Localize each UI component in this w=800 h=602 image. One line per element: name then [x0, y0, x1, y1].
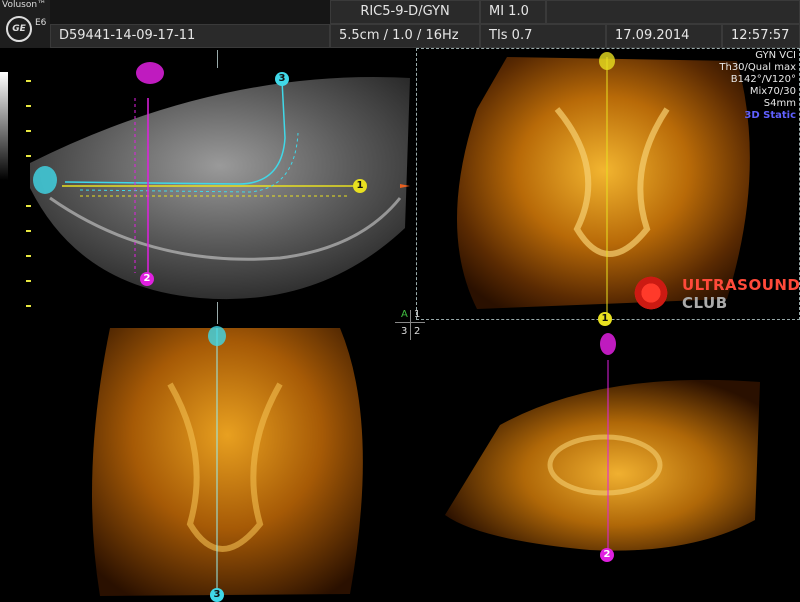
grid-label-a[interactable]: A: [401, 309, 408, 320]
patient-id: D59441-14-09-17-11: [50, 24, 330, 48]
grid-label-2[interactable]: 2: [414, 326, 420, 337]
tis-value: TIs 0.7: [480, 24, 606, 48]
grid-label-1[interactable]: 1: [414, 309, 420, 320]
render-view-2[interactable]: [440, 330, 780, 570]
plane-3-orientation-icon: [208, 326, 226, 346]
watermark: ULTRASOUND CLUB: [628, 272, 800, 316]
cursor-line-top: [217, 50, 218, 68]
marker-1[interactable]: 1: [353, 179, 367, 193]
setting-slice: S4mm: [763, 98, 796, 109]
setting-mode: GYN VCI: [755, 50, 796, 61]
marker-1-render[interactable]: 1: [598, 312, 612, 326]
marker-2-render[interactable]: 2: [600, 548, 614, 562]
setting-angles: B142°/V120°: [730, 74, 796, 85]
date-label: 17.09.2014: [606, 24, 722, 48]
grid-vline: [410, 310, 411, 340]
probe-orientation-icon: [33, 166, 57, 194]
ultrasound-club-logo-icon: [630, 276, 672, 310]
model-label: E6: [35, 18, 47, 28]
settings-panel: GYN VCI Th30/Qual max B142°/V120° Mix70/…: [719, 50, 796, 122]
logo-area: Voluson™ GE E6: [0, 0, 50, 48]
render-image-2: [445, 333, 760, 555]
header-bar: Voluson™ GE E6 D59441-14-09-17-11 RIC5-9…: [0, 0, 800, 48]
marker-2[interactable]: 2: [140, 272, 154, 286]
depth-frequency: 5.5cm / 1.0 / 16Hz: [330, 24, 480, 48]
cursor-line-mid: [217, 302, 218, 324]
uterus-render-3: [92, 328, 363, 596]
header-blank: [546, 0, 800, 24]
ge-logo-icon: GE: [6, 16, 32, 42]
watermark-line2: CLUB: [682, 294, 728, 312]
render-image-3: [92, 326, 363, 596]
grid-label-3[interactable]: 3: [401, 326, 407, 337]
brand-label: Voluson™: [2, 0, 47, 10]
uterus-render-2: [445, 379, 760, 551]
setting-mix: Mix70/30: [749, 86, 796, 97]
watermark-line1: ULTRASOUND: [682, 276, 800, 294]
plane-2-orientation-icon: [136, 62, 164, 84]
bmode-view[interactable]: [20, 48, 410, 318]
time-label: 12:57:57: [722, 24, 800, 48]
mi-value: MI 1.0: [480, 0, 546, 24]
render-view-3[interactable]: [70, 324, 400, 600]
marker-3[interactable]: 3: [275, 72, 289, 86]
probe-label: RIC5-9-D/GYN: [330, 0, 480, 24]
grayscale-bar: [0, 72, 8, 180]
setting-threshold: Th30/Qual max: [719, 62, 796, 73]
plane-1-orientation-icon: [599, 52, 615, 70]
plane-2-render-orientation-icon: [600, 333, 616, 355]
setting-3d-static: 3D Static: [744, 110, 796, 121]
